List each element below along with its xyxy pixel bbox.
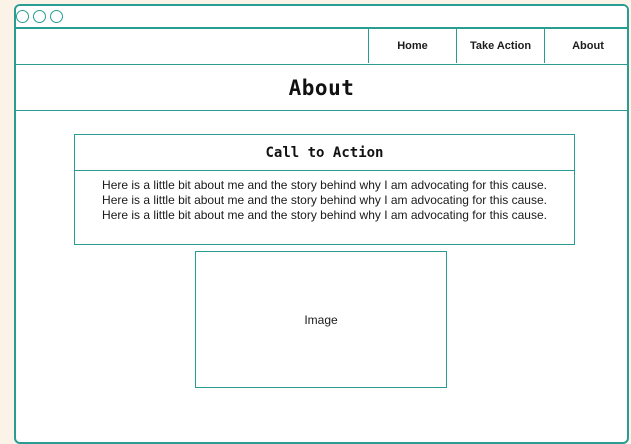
top-navigation: Home Take Action About <box>16 29 627 65</box>
window-titlebar <box>16 6 627 29</box>
card-text-line: Here is a little bit about me and the st… <box>102 193 547 207</box>
nav-item-home[interactable]: Home <box>368 29 456 63</box>
nav-item-take-action[interactable]: Take Action <box>456 29 544 63</box>
nav-item-about[interactable]: About <box>544 29 627 63</box>
image-placeholder: Image <box>195 251 447 388</box>
call-to-action-card: Call to Action Here is a little bit abou… <box>74 134 575 245</box>
page-title: About <box>288 75 355 100</box>
card-header: Call to Action <box>75 135 574 171</box>
window-control-circle-icon[interactable] <box>33 10 46 23</box>
window-control-circle-icon[interactable] <box>50 10 63 23</box>
card-text-line: Here is a little bit about me and the st… <box>102 208 547 222</box>
window-control-circle-icon[interactable] <box>16 10 29 23</box>
card-body: Here is a little bit about me and the st… <box>75 171 574 223</box>
image-placeholder-label: Image <box>304 312 338 327</box>
card-title: Call to Action <box>265 144 384 161</box>
browser-window: Home Take Action About About Call to Act… <box>14 4 629 444</box>
page-header: About <box>16 65 627 111</box>
card-text-line: Here is a little bit about me and the st… <box>102 178 547 192</box>
